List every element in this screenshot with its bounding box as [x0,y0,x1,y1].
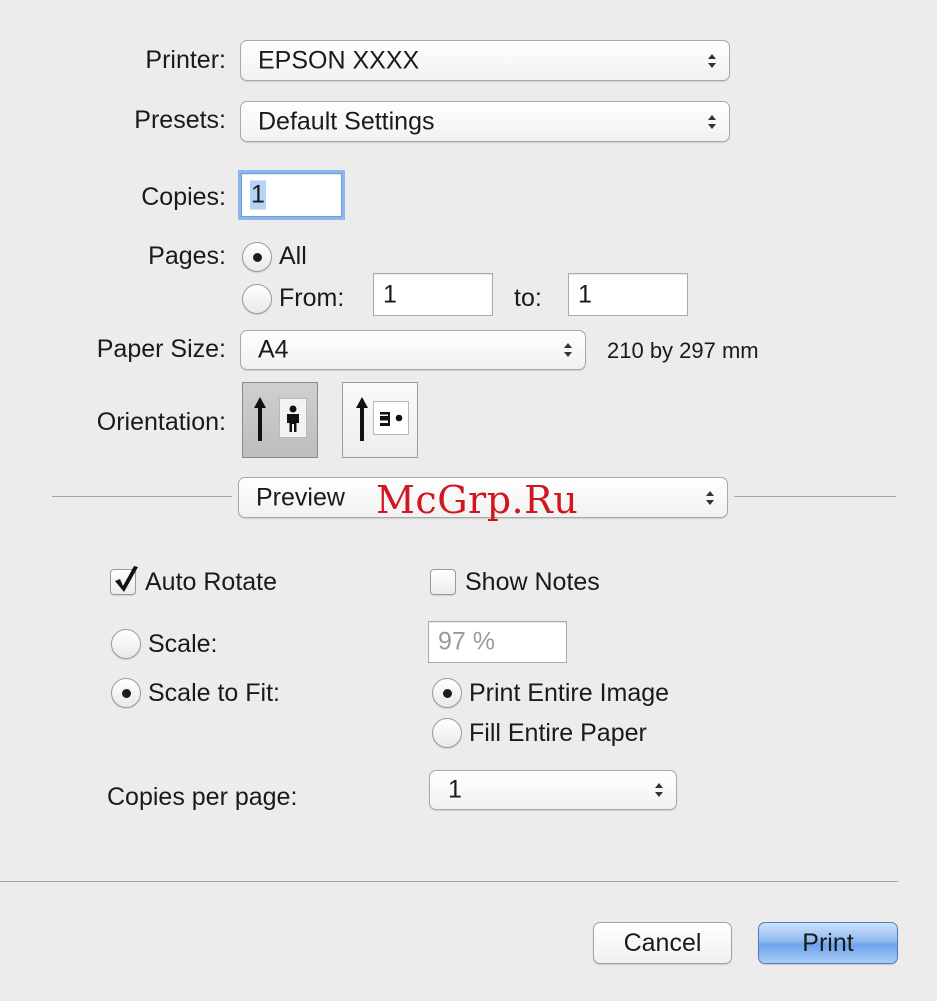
orientation-landscape-button[interactable] [342,382,418,458]
section-value: Preview [256,483,345,511]
presets-popup[interactable]: Default Settings [240,101,730,142]
person-rotated-icon [380,412,403,426]
copies-value: 1 [250,180,266,210]
pages-to-value: 1 [578,280,592,308]
printer-value: EPSON XXXX [258,46,420,74]
pages-label: Pages: [148,242,226,270]
popup-arrows-icon [655,783,663,797]
auto-rotate-label: Auto Rotate [145,568,278,596]
printer-label: Printer: [145,46,226,74]
pages-from-label: From: [279,284,345,312]
print-button[interactable]: Print [758,922,898,964]
scale-field[interactable]: 97 % [428,621,567,663]
scale-radio[interactable] [111,629,141,659]
pages-from-radio[interactable] [242,284,272,314]
copies-per-page-value: 1 [448,775,462,804]
separator-right [734,496,896,497]
print-entire-image-radio[interactable] [432,678,462,708]
pages-to-field[interactable]: 1 [568,273,688,316]
fill-entire-paper-label: Fill Entire Paper [469,719,647,747]
pages-all-label: All [279,242,307,270]
popup-arrows-icon [708,114,716,129]
show-notes-checkbox[interactable] [430,569,456,595]
scale-to-fit-label: Scale to Fit: [148,679,280,707]
scale-to-fit-radio[interactable] [111,678,141,708]
bottom-separator [0,881,898,882]
copies-per-page-popup[interactable]: 1 [429,770,677,810]
show-notes-label: Show Notes [465,568,600,596]
up-arrow-icon [254,397,266,441]
checkmark-icon [115,566,138,592]
cancel-button[interactable]: Cancel [593,922,732,964]
copies-label: Copies: [141,183,226,211]
pages-from-value: 1 [383,280,397,308]
orientation-label: Orientation: [96,408,226,436]
portrait-page-icon [279,398,307,438]
popup-arrows-icon [706,490,714,505]
scale-value: 97 % [438,627,495,656]
popup-arrows-icon [564,343,572,357]
up-arrow-icon [356,397,368,441]
auto-rotate-checkbox[interactable] [110,566,138,595]
popup-arrows-icon [708,53,716,68]
presets-label: Presets: [134,106,226,134]
landscape-page-icon [373,401,409,435]
separator-left [52,496,232,497]
pages-to-label: to: [514,284,542,312]
printer-popup[interactable]: EPSON XXXX [240,40,730,81]
print-entire-image-label: Print Entire Image [469,679,670,707]
paper-size-value: A4 [258,335,289,364]
scale-label: Scale: [148,630,218,658]
copies-per-page-label: Copies per page: [107,783,298,811]
copies-field[interactable]: 1 [241,173,342,217]
pages-from-field[interactable]: 1 [373,273,493,316]
paper-size-label: Paper Size: [96,335,226,363]
orientation-portrait-button[interactable] [242,382,318,458]
person-icon [287,405,299,432]
fill-entire-paper-radio[interactable] [432,718,462,748]
paper-size-popup[interactable]: A4 [240,330,586,370]
pages-all-radio[interactable] [242,242,272,272]
paper-dimensions: 210 by 297 mm [607,338,759,363]
watermark-text: McGrp.Ru [376,478,579,522]
presets-value: Default Settings [258,107,435,135]
